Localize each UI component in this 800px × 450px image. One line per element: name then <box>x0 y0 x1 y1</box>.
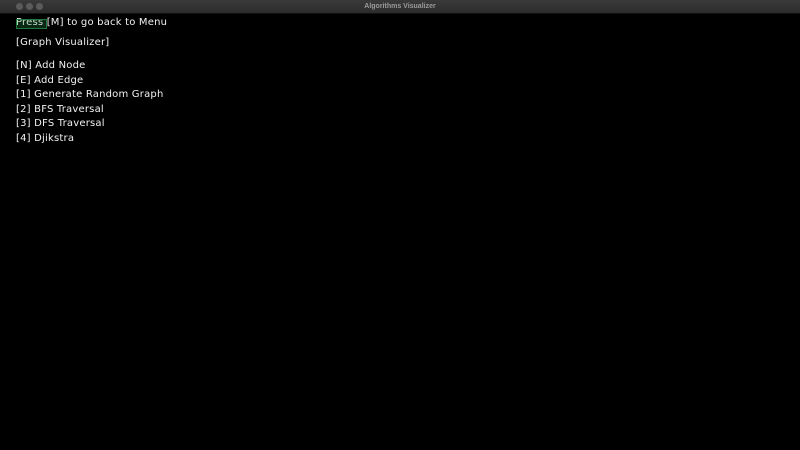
window-title: Algorithms Visualizer <box>364 3 436 10</box>
menu-item-dfs-traversal: [3] DFS Traversal <box>16 118 105 130</box>
page-title: [Graph Visualizer] <box>16 37 110 48</box>
menu-item-bfs-traversal: [2] BFS Traversal <box>16 103 104 115</box>
graph-menu: [N] Add Node [E] Add Edge [1] Generate R… <box>16 59 163 147</box>
back-hint-key: [M] <box>46 17 64 28</box>
menu-item-generate-random-graph: [1] Generate Random Graph <box>16 89 164 101</box>
app-window: Algorithms Visualizer Press [M] to go ba… <box>0 0 800 450</box>
back-hint-suffix: to go back to Menu <box>63 17 168 28</box>
back-to-menu-hint: Press [M] to go back to Menu <box>16 16 167 30</box>
title-bar[interactable]: Algorithms Visualizer <box>0 0 800 14</box>
menu-item-add-edge: [E] Add Edge <box>16 74 84 86</box>
back-hint-prefix: Press <box>16 17 47 28</box>
menu-item-add-node: [N] Add Node <box>16 60 86 71</box>
menu-item-djikstra: [4] Djikstra <box>16 132 75 144</box>
